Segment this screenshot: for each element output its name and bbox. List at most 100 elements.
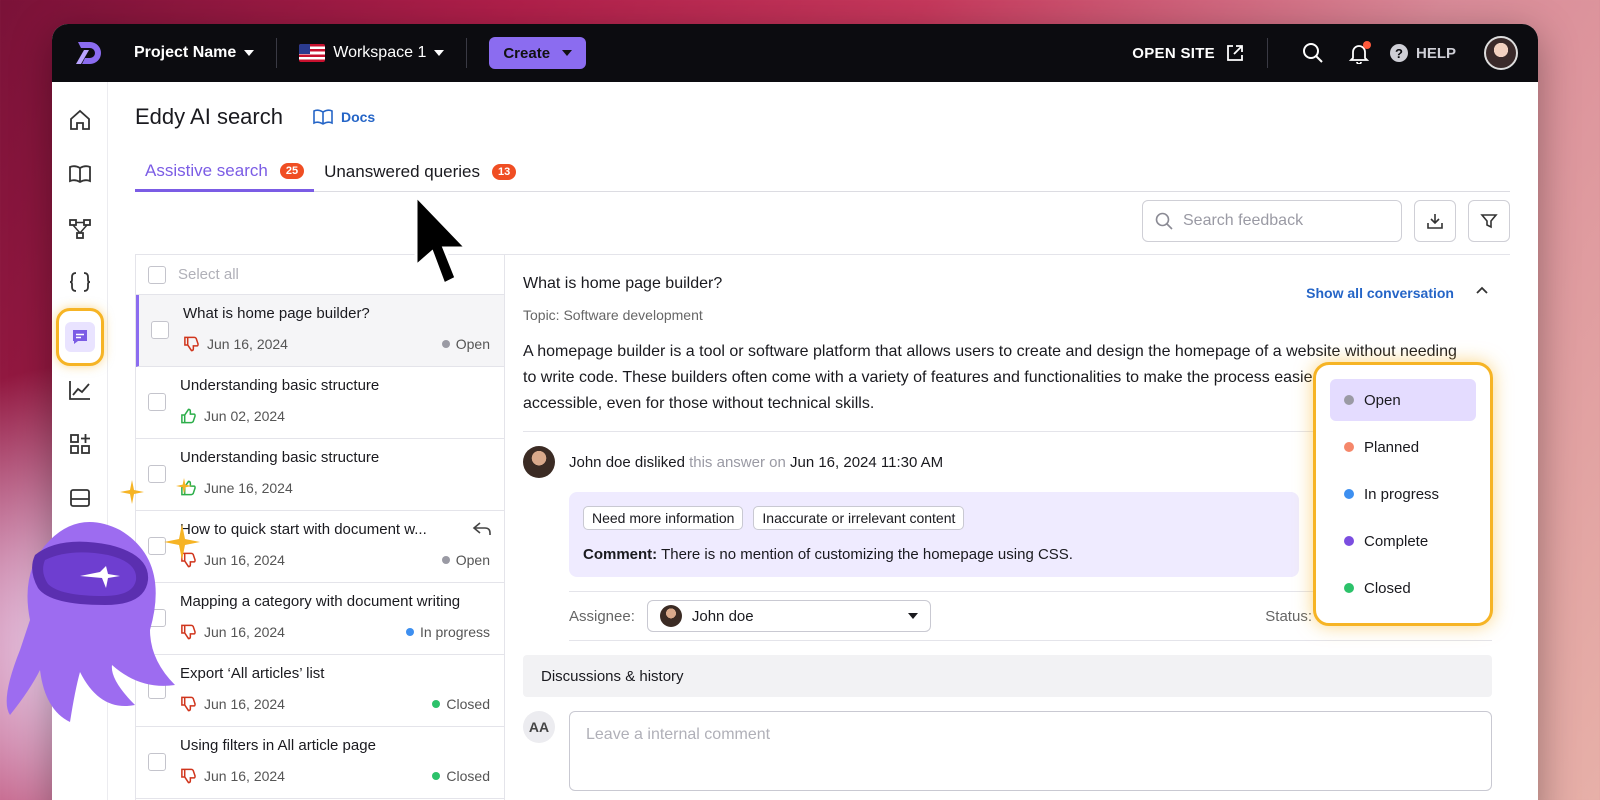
reply-icon[interactable]	[472, 521, 492, 537]
question-icon: ?	[1389, 44, 1408, 62]
row-checkbox[interactable]	[148, 753, 166, 771]
status-badge: Closed	[432, 696, 490, 712]
status-option-label: Complete	[1364, 532, 1429, 550]
status-option-label: Open	[1364, 391, 1401, 409]
app-logo-icon[interactable]	[72, 36, 106, 70]
external-link-icon	[1227, 45, 1243, 61]
status-dot	[441, 340, 450, 348]
search-input[interactable]: Search feedback	[1142, 200, 1402, 242]
avatar	[523, 446, 555, 478]
tab-label: Unanswered queries	[324, 162, 480, 181]
chevron-up-icon[interactable]	[1474, 283, 1490, 299]
workspace-selector[interactable]: Workspace 1	[299, 44, 445, 62]
count-badge: 25	[279, 162, 305, 179]
status-dot	[441, 556, 450, 564]
create-button[interactable]: Create	[489, 37, 587, 69]
notifications-button[interactable]	[1348, 41, 1371, 65]
row-meta: Jun 16, 2024 Closed	[180, 768, 490, 784]
search-icon	[1155, 212, 1173, 230]
status-text: Closed	[446, 768, 490, 784]
status-option[interactable]: Complete	[1330, 520, 1476, 562]
row-title: How to quick start with document w...	[180, 521, 427, 538]
reason-chips: Need more information Inaccurate or irre…	[583, 506, 1285, 530]
download-button[interactable]	[1414, 200, 1456, 242]
book-icon[interactable]	[66, 160, 94, 188]
row-checkbox[interactable]	[151, 321, 169, 339]
status-option[interactable]: Planned	[1330, 426, 1476, 468]
feedback-box: Need more information Inaccurate or irre…	[569, 492, 1299, 577]
row-checkbox[interactable]	[148, 393, 166, 411]
code-braces-icon[interactable]	[66, 268, 94, 296]
help-button[interactable]: ? HELP	[1389, 44, 1456, 62]
row-title: Export ‘All articles’ list	[180, 665, 325, 682]
search-icon[interactable]	[1302, 42, 1324, 64]
status-option-label: In progress	[1364, 485, 1440, 503]
filter-button[interactable]	[1468, 200, 1510, 242]
assignee-select[interactable]: John doe	[646, 600, 931, 632]
status-text: Closed	[446, 696, 490, 712]
select-all-checkbox[interactable]	[148, 265, 166, 284]
feedback-mid: this answer on	[689, 453, 786, 471]
comment-composer: AA Leave a internal comment	[523, 711, 1492, 791]
status-option[interactable]: In progress	[1330, 473, 1476, 515]
chevron-down-icon	[434, 50, 445, 56]
list-toolbar: Search feedback	[1142, 200, 1510, 242]
status-option-label: Planned	[1364, 438, 1420, 456]
status-options: Open Planned In progress Complete Closed	[1330, 379, 1476, 609]
status-badge: Open	[441, 336, 490, 352]
feedback-icon-bg	[65, 322, 95, 352]
tab-bar: Assistive search 25 Unanswered queries 1…	[135, 152, 1510, 192]
feedback-comment: Comment: There is no mention of customiz…	[583, 546, 1285, 563]
comment-label: Comment:	[583, 546, 658, 563]
status-dot	[1344, 489, 1354, 499]
comment-input[interactable]: Leave a internal comment	[569, 711, 1492, 791]
docs-link[interactable]: Docs	[313, 109, 375, 125]
thumbs-down-icon	[181, 768, 196, 784]
chevron-down-icon	[562, 50, 573, 56]
row-date: June 16, 2024	[204, 480, 293, 496]
search-placeholder: Search feedback	[1183, 212, 1304, 229]
open-site-label: OPEN SITE	[1132, 44, 1215, 62]
list-item[interactable]: Using filters in All article page Jun 16,…	[136, 727, 504, 799]
workflow-icon[interactable]	[66, 214, 94, 242]
docs-label: Docs	[340, 109, 376, 125]
list-item[interactable]: What is home page builder? Jun 16, 2024 Op…	[136, 295, 504, 367]
status-option[interactable]: Closed	[1330, 567, 1476, 609]
tab-label: Assistive search	[145, 160, 268, 180]
row-checkbox[interactable]	[148, 465, 166, 483]
us-flag-icon	[299, 44, 326, 62]
mouse-cursor-icon	[414, 194, 470, 287]
row-date: Jun 16, 2024	[204, 768, 285, 784]
apps-icon[interactable]	[66, 430, 94, 458]
row-title: Understanding basic structure	[180, 377, 380, 394]
sidebar-item-feedback[interactable]	[56, 308, 104, 366]
filter-icon	[1480, 214, 1498, 229]
select-all-label: Select all	[178, 266, 239, 283]
row-meta: Jun 02, 2024	[180, 408, 490, 424]
project-selector[interactable]: Project Name	[134, 44, 255, 62]
download-icon	[1427, 214, 1443, 229]
status-dot	[432, 700, 441, 708]
row-meta: Jun 16, 2024 Open	[180, 552, 490, 568]
status-option[interactable]: Open	[1330, 379, 1476, 421]
home-icon[interactable]	[66, 106, 94, 134]
user-avatar[interactable]	[1484, 36, 1518, 70]
tab-unanswered-queries[interactable]: Unanswered queries 13	[314, 152, 526, 192]
topic-label: Topic: Software development	[523, 307, 703, 323]
analytics-icon[interactable]	[66, 376, 94, 404]
project-name: Project Name	[134, 44, 237, 61]
comment-text: There is no mention of customizing the h…	[661, 546, 1073, 563]
tab-assistive-search[interactable]: Assistive search 25	[135, 152, 315, 192]
list-item[interactable]: Understanding basic structure Jun 02, 202…	[136, 367, 504, 439]
status-dot	[405, 628, 414, 636]
show-all-conversation-link[interactable]: Show all conversation	[1306, 285, 1454, 301]
row-title: Mapping a category with document writing	[180, 593, 461, 610]
assignee-value: John doe	[691, 607, 754, 625]
discussions-header[interactable]: Discussions & history	[523, 655, 1492, 697]
status-dropdown-menu: Open Planned In progress Complete Closed	[1313, 362, 1493, 626]
status-dot	[1344, 442, 1354, 452]
row-title: Understanding basic structure	[180, 449, 380, 466]
open-site-button[interactable]: OPEN SITE	[1132, 43, 1245, 63]
sparkle-icon	[176, 478, 192, 494]
feedback-date: Jun 16, 2024 11:30 AM	[789, 453, 944, 471]
